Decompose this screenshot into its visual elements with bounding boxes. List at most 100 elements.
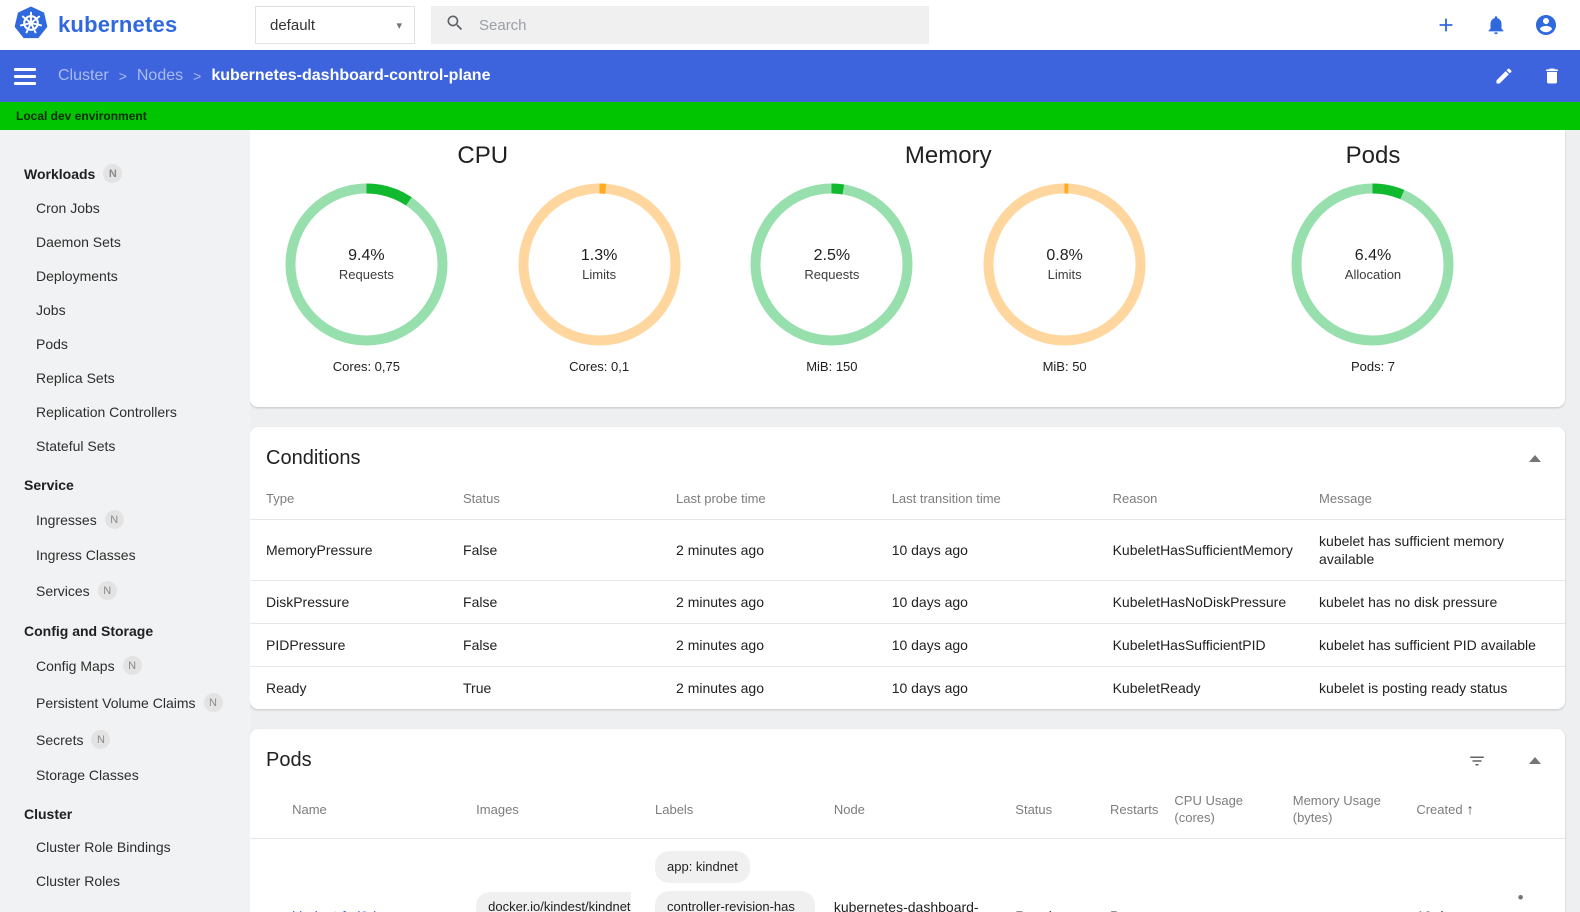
column-header-name: Name (292, 801, 327, 817)
triangle-up-icon (1529, 757, 1541, 764)
notifications-bell-icon[interactable] (1484, 13, 1508, 37)
sidebar-item-persistent-volume-claims[interactable]: Persistent Volume Claims N (0, 684, 250, 721)
column-header-status: Status (1015, 801, 1053, 817)
breadcrumb-separator: > (193, 68, 202, 84)
sidebar-item-config-maps[interactable]: Config Maps N (0, 647, 250, 684)
sidebar-item-ingresses[interactable]: Ingresses N (0, 501, 250, 538)
pod-row: kindnet-fmj8d docker.io/kindest/kindnetd… (250, 839, 1565, 912)
delete-trash-icon[interactable] (1542, 66, 1562, 86)
main-content: CPU 9.4% Requests Cores: 0,75 1.3% Limit… (250, 130, 1580, 912)
column-header-type: Type (266, 491, 295, 506)
table-row: MemoryPressure False 2 minutes ago 10 da… (250, 520, 1565, 581)
column-header-message: Message (1319, 491, 1372, 506)
breadcrumb-link-cluster[interactable]: Cluster (58, 67, 109, 85)
pod-label-chip: controller-revision-hash: 58f5b657b8 (655, 891, 815, 912)
sidebar-section-config-and-storage: Config and Storage (24, 623, 154, 639)
environment-banner-text: Local dev environment (16, 109, 147, 123)
conditions-card-title: Conditions (266, 447, 361, 469)
column-header-cpu-usage: CPU Usage (cores) (1174, 793, 1244, 825)
search-input[interactable] (479, 16, 859, 34)
pod-name-link[interactable]: kindnet-fmj8d (292, 908, 376, 912)
sidebar-item-services[interactable]: Services N (0, 572, 250, 609)
sidebar-item-replication-controllers[interactable]: Replication Controllers (0, 395, 250, 429)
breadcrumb: Cluster > Nodes > kubernetes-dashboard-c… (58, 67, 490, 85)
allocation-overview-card: CPU 9.4% Requests Cores: 0,75 1.3% Limit… (250, 130, 1565, 407)
environment-banner: Local dev environment (0, 102, 1580, 130)
column-header-labels: Labels (655, 801, 694, 817)
pods-header-row: Name Images Labels Node Status Restarts … (250, 782, 1565, 839)
breadcrumb-bar: Cluster > Nodes > kubernetes-dashboard-c… (0, 50, 1580, 102)
column-header-created-sortable[interactable]: Created ↑ (1416, 782, 1517, 839)
kubernetes-logo[interactable]: kubernetes (0, 6, 177, 45)
column-header-status: Status (463, 491, 500, 506)
pod-status-cell: Running (1015, 839, 1110, 912)
pod-node-cell: kubernetes-dashboard-control-plane (833, 899, 979, 912)
user-account-icon[interactable] (1534, 13, 1558, 37)
sidebar-nav: Workloads N Cron Jobs Daemon Sets Deploy… (0, 130, 250, 912)
sidebar-item-storage-classes[interactable]: Storage Classes (0, 758, 250, 792)
new-items-badge: N (104, 510, 124, 529)
conditions-table: Type Status Last probe time Last transit… (250, 480, 1565, 709)
column-header-last-transition-time: Last transition time (891, 491, 1001, 506)
column-header-images: Images (476, 801, 519, 817)
sidebar-section-cluster: Cluster (24, 806, 73, 822)
column-header-restarts: Restarts (1109, 801, 1159, 817)
new-items-badge: N (91, 730, 111, 749)
pods-allocation-donut-chart: 6.4% Allocation Pods: 7 (1290, 182, 1455, 374)
cpu-limits-donut-chart: 1.3% Limits Cores: 0,1 (517, 182, 682, 374)
sidebar-item-jobs[interactable]: Jobs (0, 293, 250, 327)
namespace-select[interactable]: default ▾ (255, 6, 415, 44)
new-items-badge: N (97, 581, 117, 600)
sidebar-item-daemon-sets[interactable]: Daemon Sets (0, 225, 250, 259)
column-header-reason: Reason (1112, 491, 1158, 506)
new-items-badge: N (103, 164, 123, 183)
sidebar-item-secrets[interactable]: Secrets N (0, 721, 250, 758)
pods-card-title: Pods (266, 749, 312, 771)
column-header-node: Node (833, 801, 865, 817)
pod-cpu-usage-cell: - (1174, 839, 1292, 912)
sidebar-item-stateful-sets[interactable]: Stateful Sets (0, 429, 250, 463)
conditions-header-row: Type Status Last probe time Last transit… (250, 480, 1565, 520)
resource-actions (1494, 66, 1562, 86)
sidebar-item-cluster-role-bindings[interactable]: Cluster Role Bindings (0, 830, 250, 864)
new-items-badge: N (122, 656, 142, 675)
pod-label-chip: app: kindnet (655, 851, 750, 883)
pod-created-cell: 10 days ago (1416, 839, 1517, 912)
search-icon (445, 13, 465, 38)
menu-hamburger-icon[interactable] (14, 64, 38, 88)
sidebar-item-ingress-classes[interactable]: Ingress Classes (0, 538, 250, 572)
column-header-last-probe-time: Last probe time (676, 491, 766, 506)
sidebar-item-pods[interactable]: Pods (0, 327, 250, 361)
sidebar-section-service: Service (24, 477, 74, 493)
sidebar-item-deployments[interactable]: Deployments (0, 259, 250, 293)
sidebar-item-cluster-roles[interactable]: Cluster Roles (0, 864, 250, 898)
column-header-actions (1518, 782, 1565, 839)
new-items-badge: N (203, 693, 223, 712)
collapse-card-button[interactable] (1525, 449, 1545, 469)
filter-icon[interactable] (1467, 751, 1487, 771)
sidebar-item-replica-sets[interactable]: Replica Sets (0, 361, 250, 395)
create-resource-button[interactable] (1434, 13, 1458, 37)
top-bar: kubernetes default ▾ (0, 0, 1580, 50)
top-actions (1434, 0, 1558, 50)
triangle-up-icon (1529, 455, 1541, 462)
pods-table: Name Images Labels Node Status Restarts … (250, 782, 1565, 912)
sidebar-section-workloads: Workloads N (0, 150, 250, 191)
pods-section-title: Pods (1345, 142, 1401, 169)
pod-restarts-cell: 5 (1110, 839, 1174, 912)
pods-card: Pods Name Images Labels Node Status Rest… (250, 729, 1565, 912)
breadcrumb-separator: > (118, 68, 127, 84)
row-menu-kebab-icon[interactable]: ••• (1518, 888, 1524, 912)
sidebar-item-cron-jobs[interactable]: Cron Jobs (0, 191, 250, 225)
sort-ascending-icon: ↑ (1466, 800, 1474, 817)
memory-requests-donut-chart: 2.5% Requests MiB: 150 (749, 182, 914, 374)
edit-pencil-icon[interactable] (1494, 66, 1514, 86)
breadcrumb-link-nodes[interactable]: Nodes (137, 67, 183, 85)
memory-section-title: Memory (904, 142, 992, 169)
column-header-status-dot (250, 782, 292, 839)
table-row: DiskPressure False 2 minutes ago 10 days… (250, 581, 1565, 624)
pod-memory-usage-cell: - (1293, 839, 1417, 912)
collapse-card-button[interactable] (1525, 751, 1545, 771)
search-bar (431, 6, 929, 44)
chevron-down-icon: ▾ (396, 19, 402, 32)
